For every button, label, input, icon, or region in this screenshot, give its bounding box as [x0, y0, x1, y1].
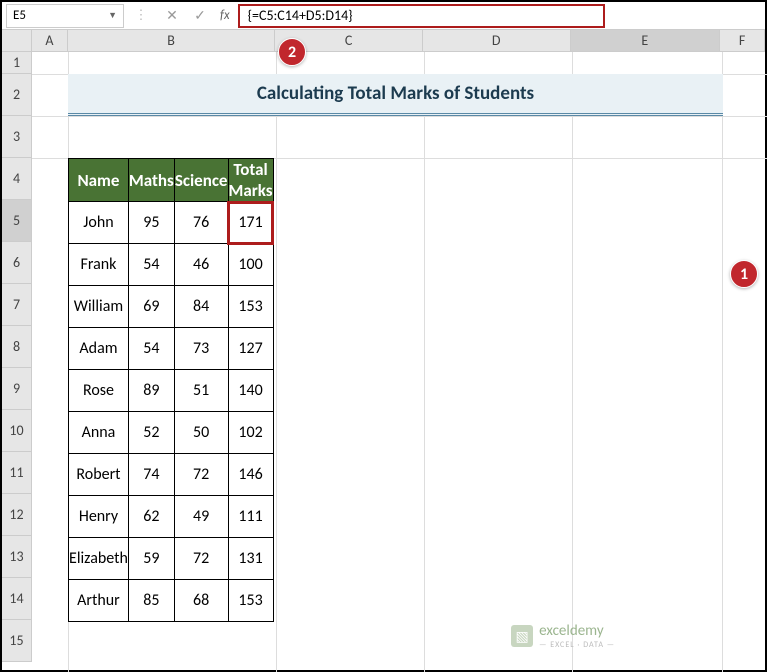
cell-maths[interactable]: 54 — [128, 328, 174, 370]
col-header-a[interactable]: A — [32, 30, 68, 51]
callout-2: 2 — [278, 38, 306, 66]
watermark: ▧ exceldemy — EXCEL · DATA — — [511, 622, 615, 650]
table-row: Robert 74 72 146 — [69, 454, 274, 496]
row-headers: 1 2 3 4 5 6 7 8 9 10 11 12 13 14 15 — [2, 52, 32, 662]
row-header-12[interactable]: 12 — [2, 494, 32, 536]
cell-total[interactable]: 153 — [228, 286, 273, 328]
fx-icon[interactable]: fx — [220, 8, 230, 23]
row-header-2[interactable]: 2 — [2, 74, 32, 116]
row-header-4[interactable]: 4 — [2, 158, 32, 200]
table-row: Adam 54 73 127 — [69, 328, 274, 370]
cell-science[interactable]: 50 — [174, 412, 228, 454]
cell-science[interactable]: 49 — [174, 496, 228, 538]
row-header-15[interactable]: 15 — [2, 620, 32, 662]
cell-name[interactable]: Rose — [69, 370, 129, 412]
table-row: Arthur 85 68 153 — [69, 580, 274, 622]
name-box[interactable]: E5 ▼ — [6, 4, 124, 28]
row-header-8[interactable]: 8 — [2, 326, 32, 368]
col-header-f[interactable]: F — [720, 30, 765, 51]
cell-maths[interactable]: 74 — [128, 454, 174, 496]
cell-science[interactable]: 76 — [174, 202, 228, 244]
row-header-13[interactable]: 13 — [2, 536, 32, 578]
column-headers: A B C D E F — [2, 30, 765, 52]
watermark-sub: — EXCEL · DATA — — [539, 640, 615, 650]
table-row: Rose 89 51 140 — [69, 370, 274, 412]
col-header-b[interactable]: B — [68, 30, 275, 51]
watermark-main: exceldemy — [539, 622, 615, 640]
cell-name[interactable]: Adam — [69, 328, 129, 370]
row-header-9[interactable]: 9 — [2, 368, 32, 410]
cell-total[interactable]: 127 — [228, 328, 273, 370]
enter-icon[interactable]: ✓ — [186, 7, 214, 24]
table-header-row: Name Maths Science Total Marks — [69, 159, 274, 202]
header-science: Science — [174, 159, 228, 202]
cell-name[interactable]: Elizabeth — [69, 538, 129, 580]
cell-name[interactable]: Frank — [69, 244, 129, 286]
cell-science[interactable]: 72 — [174, 454, 228, 496]
col-header-e[interactable]: E — [571, 30, 721, 51]
header-maths: Maths — [128, 159, 174, 202]
row-header-1[interactable]: 1 — [2, 52, 32, 74]
table-row: William 69 84 153 — [69, 286, 274, 328]
row-header-5[interactable]: 5 — [2, 200, 32, 242]
cell-maths[interactable]: 52 — [128, 412, 174, 454]
formula-bar: E5 ▼ ⋮ ✕ ✓ fx {=C5:C14+D5:D14} — [2, 2, 765, 30]
cell-name[interactable]: Anna — [69, 412, 129, 454]
cell-maths[interactable]: 95 — [128, 202, 174, 244]
page-title: Calculating Total Marks of Students — [68, 74, 723, 116]
cell-name[interactable]: Arthur — [69, 580, 129, 622]
cell-total[interactable]: 111 — [228, 496, 273, 538]
cancel-icon[interactable]: ✕ — [158, 7, 186, 24]
data-table: Name Maths Science Total Marks John 95 7… — [68, 158, 274, 622]
cell-total[interactable]: 100 — [228, 244, 273, 286]
cell-maths[interactable]: 59 — [128, 538, 174, 580]
cell-science[interactable]: 51 — [174, 370, 228, 412]
table-row: Elizabeth 59 72 131 — [69, 538, 274, 580]
watermark-icon: ▧ — [511, 625, 533, 647]
cell-total[interactable]: 146 — [228, 454, 273, 496]
header-total: Total Marks — [228, 159, 273, 202]
callout-1: 1 — [730, 260, 758, 288]
cell-name[interactable]: Robert — [69, 454, 129, 496]
cell-science[interactable]: 73 — [174, 328, 228, 370]
table-row: Henry 62 49 111 — [69, 496, 274, 538]
formula-text: {=C5:C14+D5:D14} — [248, 7, 353, 24]
header-name: Name — [69, 159, 129, 202]
col-header-d[interactable]: D — [423, 30, 571, 51]
cell-total[interactable]: 102 — [228, 412, 273, 454]
cell-science[interactable]: 68 — [174, 580, 228, 622]
cell-science[interactable]: 84 — [174, 286, 228, 328]
cell-maths[interactable]: 89 — [128, 370, 174, 412]
row-header-14[interactable]: 14 — [2, 578, 32, 620]
row-header-3[interactable]: 3 — [2, 116, 32, 158]
row-header-7[interactable]: 7 — [2, 284, 32, 326]
dropdown-icon[interactable]: ▼ — [108, 10, 117, 21]
cell-name[interactable]: William — [69, 286, 129, 328]
row-header-11[interactable]: 11 — [2, 452, 32, 494]
table-row: John 95 76 171 — [69, 202, 274, 244]
cell-science[interactable]: 46 — [174, 244, 228, 286]
cell-maths[interactable]: 69 — [128, 286, 174, 328]
cell-total[interactable]: 131 — [228, 538, 273, 580]
select-all-corner[interactable] — [2, 30, 32, 51]
separator: ⋮ — [124, 8, 158, 23]
cell-science[interactable]: 72 — [174, 538, 228, 580]
cell-maths[interactable]: 85 — [128, 580, 174, 622]
row-header-6[interactable]: 6 — [2, 242, 32, 284]
name-box-value: E5 — [13, 8, 26, 23]
cell-total[interactable]: 153 — [228, 580, 273, 622]
cell-name[interactable]: John — [69, 202, 129, 244]
row-header-10[interactable]: 10 — [2, 410, 32, 452]
cell-maths[interactable]: 62 — [128, 496, 174, 538]
formula-input[interactable]: {=C5:C14+D5:D14} — [238, 4, 605, 28]
cell-total[interactable]: 140 — [228, 370, 273, 412]
table-row: Frank 54 46 100 — [69, 244, 274, 286]
cell-name[interactable]: Henry — [69, 496, 129, 538]
table-row: Anna 52 50 102 — [69, 412, 274, 454]
cell-total-selected[interactable]: 171 — [228, 202, 273, 244]
cell-maths[interactable]: 54 — [128, 244, 174, 286]
